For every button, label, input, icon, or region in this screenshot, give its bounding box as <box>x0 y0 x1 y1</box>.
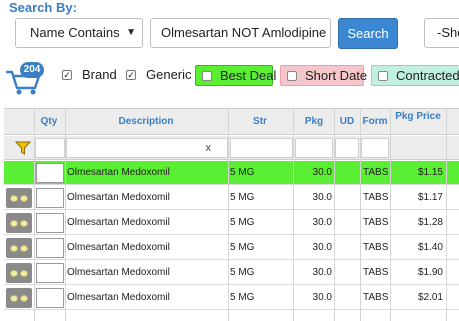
best-deal-label: Best Deal <box>220 68 277 83</box>
column-divider <box>446 109 447 321</box>
best-deal-checkbox[interactable] <box>202 71 212 81</box>
price-cell: $1.15 <box>417 167 443 178</box>
search-by-label: Search By: <box>9 0 77 15</box>
package-cell: 30.0 <box>312 192 332 203</box>
description-cell: Olmesartan Medoxomil <box>67 217 170 228</box>
column-header-form[interactable]: Form <box>360 109 390 135</box>
show-select[interactable]: -Sho <box>424 18 459 48</box>
quantity-input[interactable] <box>36 213 64 233</box>
price-cell: $1.90 <box>417 267 443 278</box>
pill-image-thumbnail[interactable] <box>6 213 32 233</box>
column-divider <box>334 109 335 321</box>
column-divider <box>293 109 294 321</box>
pkg-filter-input[interactable] <box>295 138 333 158</box>
str-filter-input[interactable] <box>230 138 293 158</box>
generic-checkbox[interactable]: ✓ <box>126 70 136 80</box>
strength-cell: 5 MG <box>230 217 255 228</box>
quantity-input[interactable] <box>36 238 64 258</box>
form-filter-input[interactable] <box>361 138 389 158</box>
column-header-ud[interactable]: UD <box>334 109 360 135</box>
ud-filter-input[interactable] <box>335 138 359 158</box>
quantity-input[interactable] <box>36 288 64 308</box>
search-input[interactable]: Olmesartan NOT Amlodipine <box>150 18 331 48</box>
column-header-str[interactable]: Str <box>229 109 291 135</box>
package-cell: 30.0 <box>312 242 332 253</box>
column-header-pkg-price[interactable]: Pkg Price <box>390 109 446 135</box>
filter-funnel-icon[interactable] <box>15 141 31 155</box>
search-input-value: Olmesartan NOT Amlodipine <box>161 25 327 40</box>
pill-image-thumbnail[interactable] <box>6 238 32 258</box>
contracted-label: Contracted <box>396 68 459 83</box>
qty-filter-input[interactable] <box>35 138 65 158</box>
pill-image-thumbnail[interactable] <box>6 188 32 208</box>
quantity-input[interactable] <box>36 163 64 183</box>
strength-cell: 5 MG <box>230 192 255 203</box>
package-cell: 30.0 <box>312 267 332 278</box>
price-cell: $2.01 <box>417 292 443 303</box>
best-deal-filter[interactable]: Best Deal <box>195 65 277 86</box>
form-cell: TABS <box>363 267 389 278</box>
form-cell: TABS <box>363 167 389 178</box>
cart-count-badge: 204 <box>20 62 44 78</box>
contracted-checkbox[interactable] <box>378 71 388 81</box>
package-cell: 30.0 <box>312 217 332 228</box>
column-divider <box>34 109 35 321</box>
column-header-pkg[interactable]: Pkg <box>294 109 334 135</box>
pill-image-thumbnail[interactable] <box>6 288 32 308</box>
column-divider <box>390 109 391 321</box>
brand-checkbox[interactable]: ✓ <box>62 70 72 80</box>
column-header-qty[interactable]: Qty <box>34 109 64 135</box>
column-header-description[interactable]: Description <box>66 109 226 135</box>
short-date-label: Short Date <box>305 68 368 83</box>
column-divider <box>228 109 229 321</box>
search-button[interactable]: Search <box>338 18 398 49</box>
form-cell: TABS <box>363 192 389 203</box>
strength-cell: 5 MG <box>230 242 255 253</box>
short-date-checkbox[interactable] <box>287 71 297 81</box>
pill-image-thumbnail[interactable] <box>6 263 32 283</box>
description-cell: Olmesartan Medoxomil <box>67 192 170 203</box>
price-cell: $1.17 <box>417 192 443 203</box>
short-date-filter[interactable]: Short Date <box>280 65 368 86</box>
results-grid: Qty Description Str Pkg UD Form Pkg Pric… <box>4 108 459 321</box>
description-cell: Olmesartan Medoxomil <box>67 267 170 278</box>
strength-cell: 5 MG <box>230 267 255 278</box>
quantity-input[interactable] <box>36 263 64 283</box>
search-mode-value: Name Contains <box>30 25 120 40</box>
description-cell: Olmesartan Medoxomil <box>67 242 170 253</box>
package-cell: 30.0 <box>312 167 332 178</box>
search-mode-select[interactable]: Name Contains ▼ <box>15 18 143 48</box>
column-divider <box>360 109 361 321</box>
column-divider <box>65 109 66 321</box>
package-cell: 30.0 <box>312 292 332 303</box>
strength-cell: 5 MG <box>230 292 255 303</box>
chevron-down-icon: ▼ <box>126 27 136 38</box>
brand-label: Brand <box>82 67 117 82</box>
generic-label: Generic <box>146 67 192 82</box>
form-cell: TABS <box>363 242 389 253</box>
form-cell: TABS <box>363 292 389 303</box>
form-cell: TABS <box>363 217 389 228</box>
price-cell: $1.28 <box>417 217 443 228</box>
shopping-cart-icon[interactable]: 204 <box>5 62 44 96</box>
quantity-input[interactable] <box>36 188 64 208</box>
description-filter-input[interactable]: x <box>66 138 228 158</box>
clear-filter-button[interactable]: x <box>206 142 212 154</box>
description-cell: Olmesartan Medoxomil <box>67 167 170 178</box>
show-select-value: -Sho <box>437 25 459 40</box>
strength-cell: 5 MG <box>230 167 255 178</box>
price-cell: $1.40 <box>417 242 443 253</box>
contracted-filter[interactable]: Contracted <box>371 65 459 86</box>
description-cell: Olmesartan Medoxomil <box>67 292 170 303</box>
